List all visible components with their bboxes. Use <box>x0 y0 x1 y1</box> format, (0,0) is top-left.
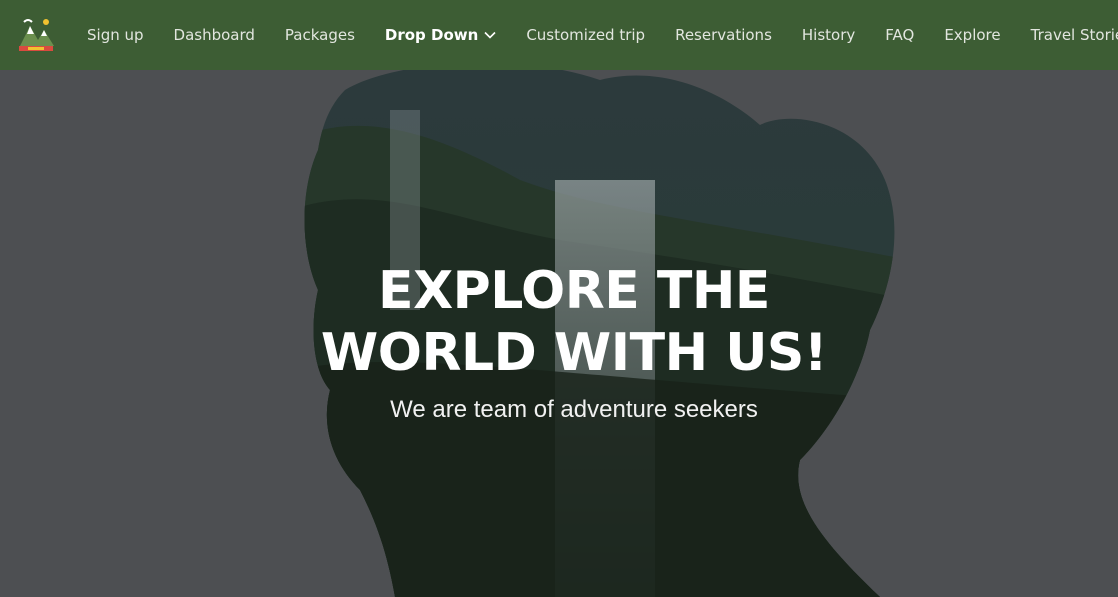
nav-item-explore[interactable]: Explore <box>929 26 1015 44</box>
hero-section: EXPLORE THE WORLD WITH US! We are team o… <box>0 70 1118 597</box>
hero-subtitle: We are team of adventure seekers <box>390 396 758 423</box>
nav-item-travel-stories[interactable]: Travel Stories <box>1016 26 1118 44</box>
nav-label: Drop Down <box>384 26 479 44</box>
nav-label: Packages <box>284 26 355 44</box>
hero-title-line-1: EXPLORE THE <box>378 261 770 321</box>
nav-label: History <box>801 26 856 44</box>
nav-menu: Sign up Dashboard Packages Drop Down Cus… <box>72 0 1118 70</box>
nav-item-dashboard[interactable]: Dashboard <box>159 26 270 44</box>
nav-label: Dashboard <box>173 26 255 44</box>
nav-item-sign-up[interactable]: Sign up <box>72 26 159 44</box>
nav-item-customized-trip[interactable]: Customized trip <box>511 26 660 44</box>
nav-item-faq[interactable]: FAQ <box>870 26 929 44</box>
nav-label: Customized trip <box>526 26 646 44</box>
nav-label: Travel Stories <box>1030 26 1118 44</box>
nav-label: Explore <box>944 26 1001 44</box>
nav-item-drop-down[interactable]: Drop Down <box>370 26 511 44</box>
nav-label: FAQ <box>885 26 915 44</box>
hero-title-line-2: WORLD WITH US! <box>320 323 828 383</box>
mountain-travel-logo-icon[interactable] <box>16 16 56 54</box>
nav-label: Sign up <box>87 26 144 44</box>
nav-item-packages[interactable]: Packages <box>270 26 370 44</box>
nav-item-history[interactable]: History <box>787 26 870 44</box>
chevron-down-icon <box>484 31 496 39</box>
top-navbar: Sign up Dashboard Packages Drop Down Cus… <box>0 0 1118 70</box>
nav-label: Reservations <box>675 26 772 44</box>
hero-title: EXPLORE THE WORLD WITH US! <box>0 260 1118 384</box>
nav-item-reservations[interactable]: Reservations <box>660 26 787 44</box>
